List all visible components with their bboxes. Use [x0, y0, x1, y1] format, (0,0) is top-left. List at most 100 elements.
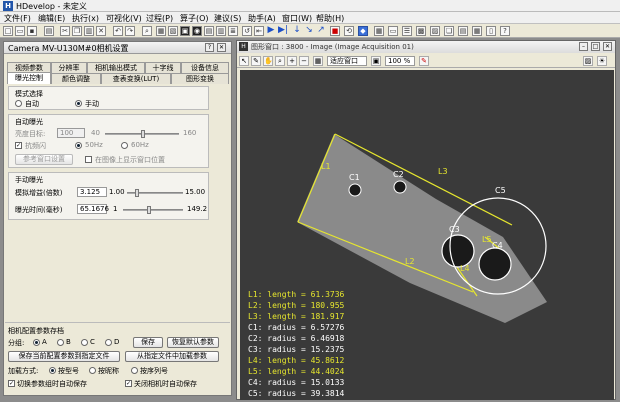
tab-output-mode[interactable]: 相机输出模式 — [87, 62, 145, 73]
restore-default-button[interactable]: 恢复默认参数 — [167, 337, 219, 348]
window-icon[interactable]: ❏ — [444, 26, 454, 36]
delete-icon[interactable]: ✕ — [96, 26, 106, 36]
step-into-icon[interactable]: ↘ — [304, 26, 314, 36]
exposure-time-slider[interactable] — [123, 206, 183, 214]
load-by-nickname-radio[interactable] — [89, 367, 96, 374]
stop-icon[interactable]: ■ — [330, 26, 340, 36]
calc-icon[interactable]: ▦ — [472, 26, 482, 36]
print-icon[interactable]: ▤ — [44, 26, 54, 36]
doc-icon[interactable]: ▯ — [486, 26, 496, 36]
menu-window[interactable]: 窗口(W) — [282, 13, 312, 24]
run-icon[interactable]: ▶ — [266, 26, 276, 36]
tab-resolution[interactable]: 分辨率 — [51, 62, 87, 73]
grid-icon[interactable]: ▦ — [374, 26, 384, 36]
image-canvas[interactable]: L1 C1 C2 L3 C3 C5 L5 C4 L4 L2 L1: length… — [240, 70, 614, 400]
brightness-target-input[interactable]: 100 — [57, 128, 85, 138]
new-file-icon[interactable]: □ — [3, 26, 13, 36]
save-button[interactable]: 保存 — [133, 337, 163, 348]
image-save-icon[interactable]: ▨ — [583, 56, 593, 66]
menu-suggestions[interactable]: 建议(S) — [214, 13, 241, 24]
undo-icon[interactable]: ↶ — [113, 26, 123, 36]
reset-icon[interactable]: ↺ — [242, 26, 252, 36]
group-d-radio[interactable] — [105, 339, 112, 346]
exposure-time-input[interactable]: 65.1676 — [77, 204, 109, 214]
load-by-model-radio[interactable] — [49, 367, 56, 374]
auto-save-switch-checkbox[interactable]: ✓ — [8, 380, 15, 387]
zoom-out-icon[interactable]: − — [299, 56, 309, 66]
help-icon[interactable]: ? — [205, 43, 214, 52]
tab-crosshair[interactable]: 十字线 — [145, 62, 181, 73]
step-back-icon[interactable]: ⇤ — [254, 26, 264, 36]
save-to-file-button[interactable]: 保存当前配置参数到指定文件 — [8, 351, 120, 362]
menu-help[interactable]: 帮助(H) — [316, 13, 344, 24]
menu-operator[interactable]: 算子(O) — [180, 13, 209, 24]
tab-device-info[interactable]: 设备信息 — [181, 62, 229, 73]
brightness-slider-thumb[interactable] — [141, 130, 145, 138]
zoom-icon[interactable]: ⌕ — [275, 56, 285, 66]
menu-edit[interactable]: 编辑(E) — [38, 13, 65, 24]
operator-window-icon[interactable]: ▤ — [204, 26, 214, 36]
menu-execute[interactable]: 执行(x) — [72, 13, 99, 24]
tab-lut[interactable]: 查表变换(LUT) — [101, 73, 171, 84]
aspect-icon[interactable]: ▣ — [371, 56, 381, 66]
load-by-serial-radio[interactable] — [131, 367, 138, 374]
ref-window-settings-button[interactable]: 参考窗口设置 — [15, 154, 73, 165]
menu-visualize[interactable]: 可视化(V) — [106, 13, 142, 24]
pan-hand-icon[interactable]: ✋ — [263, 56, 273, 66]
menu-assistants[interactable]: 助手(A) — [248, 13, 276, 24]
grid-view-icon[interactable]: ▦ — [313, 56, 323, 66]
color-icon[interactable]: ✎ — [419, 56, 429, 66]
image-acq-icon[interactable]: ◉ — [192, 26, 202, 36]
group-b-radio[interactable] — [57, 339, 64, 346]
gain-slider[interactable] — [127, 189, 183, 197]
help-book-icon[interactable]: ▥ — [216, 26, 226, 36]
mode-manual-radio[interactable] — [75, 100, 82, 107]
program-window-icon[interactable]: ▦ — [156, 26, 166, 36]
menu-file[interactable]: 文件(F) — [4, 13, 31, 24]
exposure-time-slider-thumb[interactable] — [147, 206, 152, 214]
zoom-level-dropdown[interactable]: 100 % — [385, 56, 415, 66]
group-a-radio[interactable] — [33, 339, 40, 346]
run-to-icon[interactable]: ▶| — [278, 26, 288, 36]
paste-icon[interactable]: ▥ — [84, 26, 94, 36]
graphics-window-icon[interactable]: ▣ — [180, 26, 190, 36]
hz60-radio[interactable] — [121, 142, 128, 149]
gain-input[interactable]: 3.125 — [77, 187, 107, 197]
fit-window-dropdown[interactable]: 适应窗口 — [327, 56, 367, 66]
gain-slider-thumb[interactable] — [135, 189, 140, 197]
redo-icon[interactable]: ↷ — [125, 26, 135, 36]
menu-procedure[interactable]: 过程(P) — [146, 13, 173, 24]
edit-icon[interactable]: ✎ — [251, 56, 261, 66]
list-icon[interactable]: ☰ — [402, 26, 412, 36]
variable-window-icon[interactable]: ▧ — [168, 26, 178, 36]
save-icon[interactable]: ▪ — [27, 26, 37, 36]
load-from-file-button[interactable]: 从指定文件中加载参数 — [125, 351, 219, 362]
auto-save-close-checkbox[interactable]: ✓ — [125, 380, 132, 387]
close-icon[interactable]: ✕ — [603, 42, 612, 51]
hz50-radio[interactable] — [75, 142, 82, 149]
step-out-icon[interactable]: ↗ — [316, 26, 326, 36]
reset-program-icon[interactable]: ⟲ — [344, 26, 354, 36]
maximize-icon[interactable]: □ — [591, 42, 600, 51]
tab-color-adjust[interactable]: 颜色调整 — [51, 73, 101, 84]
tab-exposure-control[interactable]: 曝光控制 — [7, 72, 51, 84]
assistant-icon[interactable]: ◆ — [358, 26, 368, 36]
mode-auto-radio[interactable] — [15, 100, 22, 107]
window-panel-icon[interactable]: ▭ — [388, 26, 398, 36]
open-file-icon[interactable]: ▭ — [15, 26, 25, 36]
chart-icon[interactable]: ▤ — [458, 26, 468, 36]
close-icon[interactable]: ✕ — [217, 43, 226, 52]
zoom-in-icon[interactable]: + — [287, 56, 297, 66]
tab-image-transform[interactable]: 图形变换 — [171, 73, 229, 84]
cursor-icon[interactable]: ↖ — [239, 56, 249, 66]
show-ref-window-checkbox[interactable] — [85, 156, 92, 163]
step-over-icon[interactable]: ↓ — [292, 26, 302, 36]
cut-icon[interactable]: ✂ — [60, 26, 70, 36]
profile-icon[interactable]: ≣ — [228, 26, 238, 36]
window-settings-icon[interactable]: ☀ — [597, 56, 607, 66]
copy-icon[interactable]: ❐ — [72, 26, 82, 36]
image-icon[interactable]: ▨ — [430, 26, 440, 36]
brightness-slider[interactable] — [105, 130, 179, 138]
minimize-icon[interactable]: – — [579, 42, 588, 51]
find-icon[interactable]: ⌕ — [142, 26, 152, 36]
